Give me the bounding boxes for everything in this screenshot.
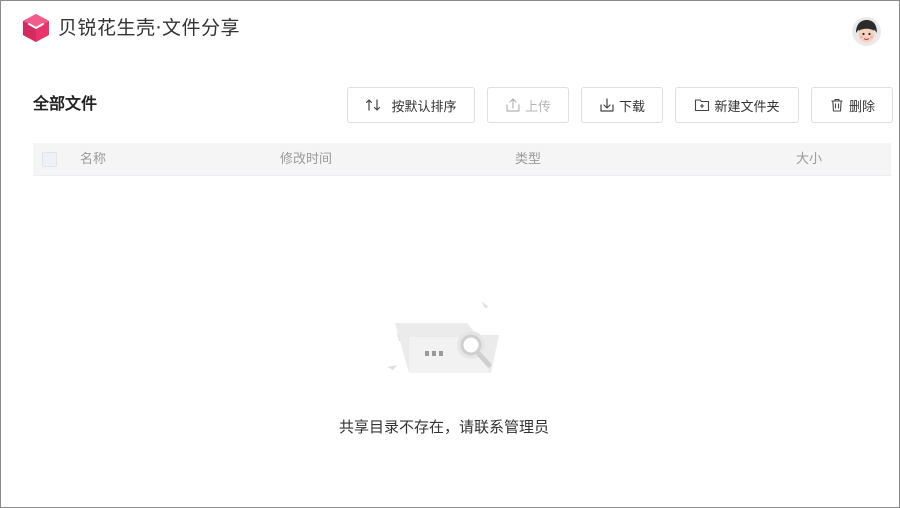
upload-button-label: 上传 bbox=[524, 99, 551, 115]
new-folder-button[interactable]: 新建文件夹 bbox=[675, 87, 799, 123]
new-folder-button-label: 新建文件夹 bbox=[714, 99, 780, 115]
app-window: 贝锐花生壳·文件分享 全部文件 按默认排序 上传 下载 新建文件夹 删除 名称 … bbox=[0, 0, 900, 508]
file-table-header: 名称 修改时间 类型 大小 bbox=[33, 143, 891, 176]
delete-button-label: 删除 bbox=[848, 99, 875, 115]
user-avatar-icon[interactable] bbox=[852, 17, 881, 46]
empty-folder-illustration-icon bbox=[381, 297, 509, 381]
download-button-label: 下载 bbox=[618, 99, 645, 115]
column-header-size[interactable]: 大小 bbox=[796, 151, 822, 168]
trash-icon bbox=[829, 97, 845, 113]
top-header: 贝锐花生壳·文件分享 bbox=[1, 1, 900, 57]
download-icon bbox=[599, 97, 615, 113]
column-header-type[interactable]: 类型 bbox=[515, 151, 541, 168]
sort-button[interactable]: 按默认排序 bbox=[347, 87, 475, 123]
sort-button-label: 按默认排序 bbox=[391, 99, 457, 115]
upload-button[interactable]: 上传 bbox=[487, 87, 569, 123]
page-title: 全部文件 bbox=[33, 94, 98, 113]
brand-logo-icon bbox=[22, 13, 50, 43]
delete-button[interactable]: 删除 bbox=[811, 87, 893, 123]
column-header-name[interactable]: 名称 bbox=[80, 151, 106, 168]
download-button[interactable]: 下载 bbox=[581, 87, 663, 123]
select-all-checkbox[interactable] bbox=[42, 152, 57, 167]
brand-title: 贝锐花生壳·文件分享 bbox=[58, 17, 241, 39]
upload-icon bbox=[505, 97, 521, 113]
empty-state-message: 共享目录不存在，请联系管理员 bbox=[338, 418, 549, 436]
sort-arrows-icon bbox=[365, 97, 381, 113]
column-header-modified-time[interactable]: 修改时间 bbox=[280, 151, 332, 168]
new-folder-icon bbox=[694, 97, 710, 113]
